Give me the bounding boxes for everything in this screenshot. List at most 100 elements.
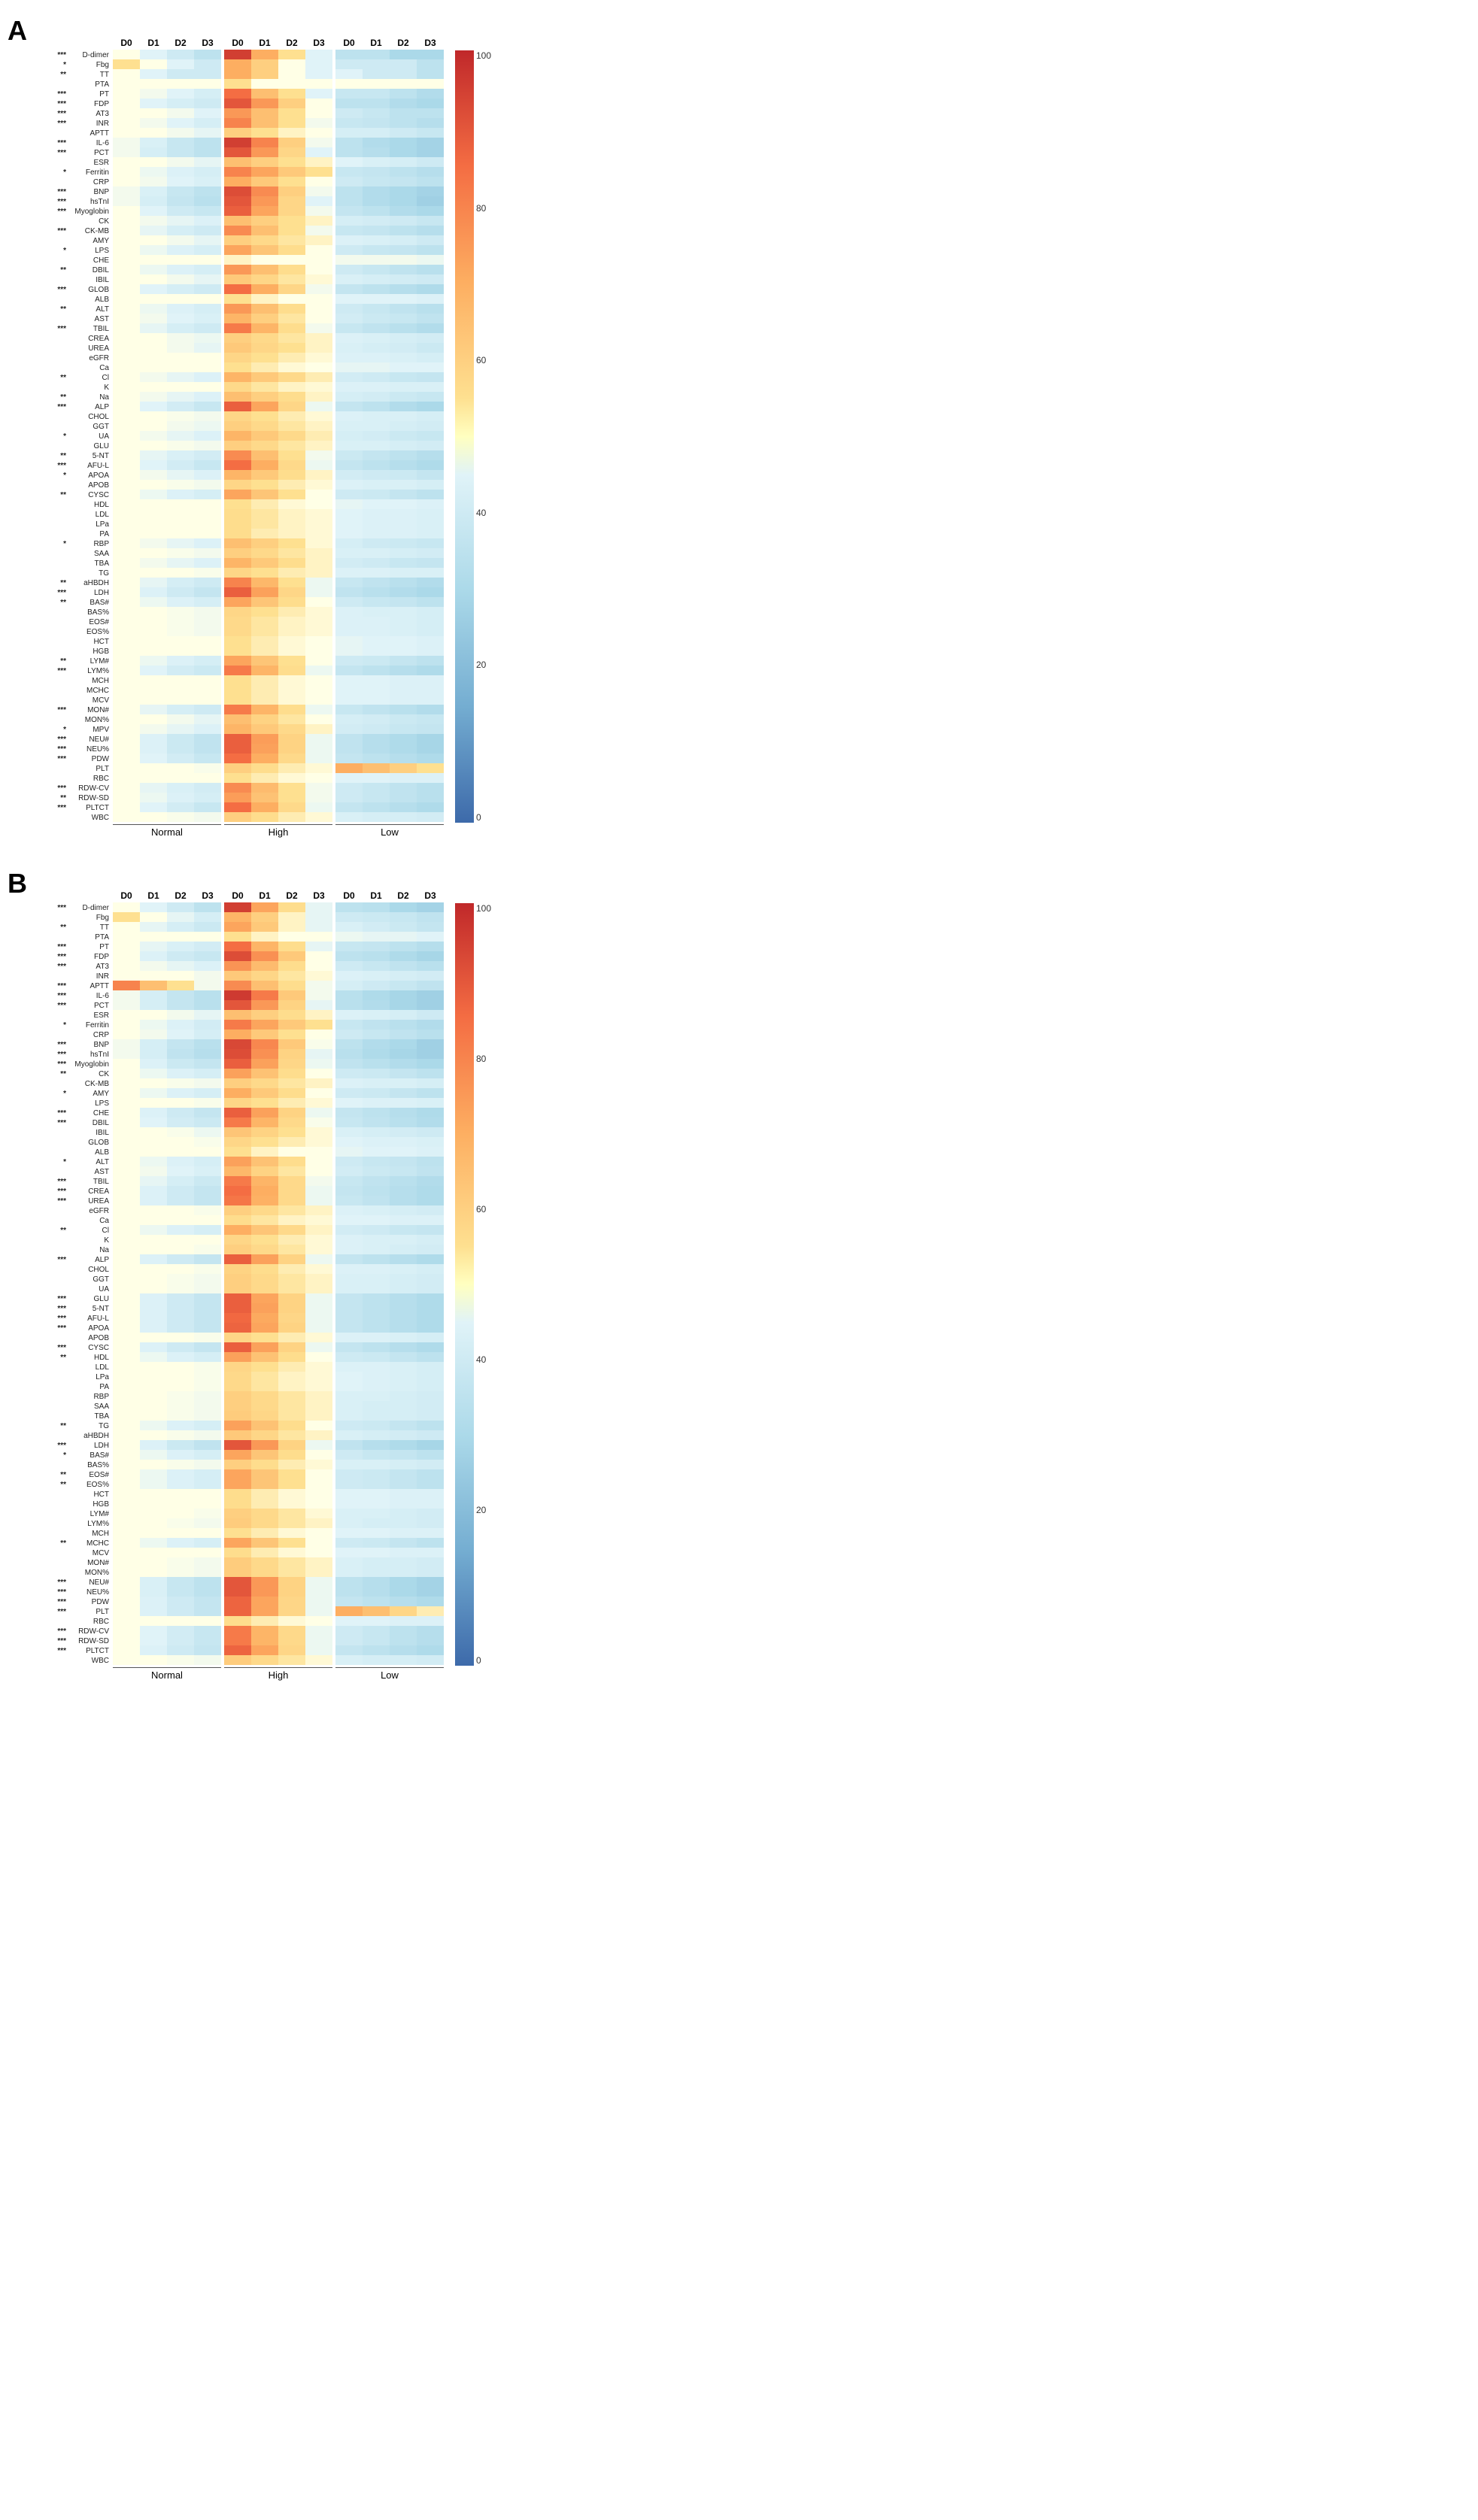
heatmap-cell [335, 626, 363, 636]
heatmap-cell [167, 519, 194, 529]
heatmap-row [113, 607, 444, 617]
gene-label: SAA [68, 1403, 111, 1411]
gene-label: IL-6 [68, 139, 111, 147]
heatmap-cell [417, 274, 444, 284]
row-label: MON% [45, 1568, 111, 1578]
row-label: PA [45, 529, 111, 539]
heatmap-cell [363, 1264, 390, 1274]
heatmap-cell [251, 284, 278, 294]
heatmap-cell [417, 597, 444, 607]
heatmap-cell [305, 480, 332, 490]
heatmap-cell [305, 147, 332, 157]
row-label: ***CHE [45, 1108, 111, 1118]
heatmap-cell [140, 1215, 167, 1225]
gene-label: D-dimer [68, 904, 111, 912]
heatmap-cell [278, 59, 305, 69]
heatmap-cell [417, 1117, 444, 1127]
heatmap-cell [278, 695, 305, 705]
heatmap-cell [335, 1655, 363, 1665]
row-label: CK [45, 217, 111, 226]
heatmap-cell [167, 705, 194, 714]
heatmap-cell [335, 1577, 363, 1587]
heatmap-cell [363, 1274, 390, 1284]
gene-label: HCT [68, 1490, 111, 1499]
heatmap-cell [278, 666, 305, 675]
heatmap-cell [390, 89, 417, 99]
heatmap-cell [305, 304, 332, 314]
sig-label: *** [45, 1578, 66, 1587]
row-label: **TT [45, 923, 111, 932]
heatmap-cell [251, 265, 278, 274]
heatmap-cell [251, 1528, 278, 1538]
heatmap-cell [140, 773, 167, 783]
gene-label: ALB [68, 1148, 111, 1157]
heatmap-cell [363, 1587, 390, 1597]
heatmap-cell [140, 1098, 167, 1108]
heatmap-cell [251, 922, 278, 932]
heatmap-cell [251, 558, 278, 568]
heatmap-cell [363, 1597, 390, 1606]
sig-label: ** [45, 599, 66, 607]
heatmap-cell [194, 656, 221, 666]
heatmap-cell [305, 1616, 332, 1626]
heatmap-cell [167, 284, 194, 294]
heatmap-cell [140, 1440, 167, 1450]
heatmap-cell [167, 617, 194, 626]
heatmap-cell [140, 695, 167, 705]
heatmap-cell [251, 675, 278, 685]
heatmap-cell [335, 773, 363, 783]
heatmap-cell [335, 1020, 363, 1030]
heatmap-cell [113, 1166, 140, 1176]
heatmap-cell [140, 568, 167, 578]
heatmap-cell [363, 372, 390, 382]
heatmap-row [113, 1176, 444, 1186]
heatmap-cell [113, 1479, 140, 1489]
heatmap-cell [335, 1421, 363, 1430]
sig-label: *** [45, 1109, 66, 1117]
heatmap-cell [363, 1069, 390, 1078]
heatmap-row [113, 69, 444, 79]
heatmap-cell [417, 343, 444, 353]
heatmap-cell [194, 265, 221, 274]
heatmap-cell [113, 922, 140, 932]
heatmap-cell [140, 685, 167, 695]
heatmap-cell [278, 1381, 305, 1391]
heatmap-cell [278, 1245, 305, 1254]
gene-label: DBIL [68, 266, 111, 274]
heatmap-cell [417, 646, 444, 656]
heatmap-cell [363, 1411, 390, 1421]
gene-label: LYM% [68, 1520, 111, 1528]
heatmap-cell [363, 597, 390, 607]
row-label: MON% [45, 715, 111, 725]
heatmap-cell [113, 1421, 140, 1430]
sig-label: *** [45, 784, 66, 793]
row-label: TBA [45, 559, 111, 569]
heatmap-cell [278, 519, 305, 529]
sig-label: *** [45, 992, 66, 1000]
row-label: ***hsTnI [45, 197, 111, 207]
heatmap-cell [167, 1186, 194, 1196]
heatmap-cell [113, 1333, 140, 1342]
heatmap-cell [140, 1157, 167, 1166]
heatmap-cell [167, 226, 194, 235]
heatmap-cell [417, 1489, 444, 1499]
heatmap-cell [194, 470, 221, 480]
heatmap-cell [417, 69, 444, 79]
heatmap-cell [363, 695, 390, 705]
heatmap-cell [251, 1538, 278, 1548]
heatmap-cell [167, 99, 194, 108]
row-label: Na [45, 1245, 111, 1255]
heatmap-cell [278, 509, 305, 519]
heatmap-cell [251, 529, 278, 538]
heatmap-cell [305, 793, 332, 802]
heatmap-cell [167, 1196, 194, 1205]
heatmap-cell [251, 1323, 278, 1333]
heatmap-cell [278, 1567, 305, 1577]
sig-label: ** [45, 923, 66, 932]
heatmap-cell [278, 1333, 305, 1342]
heatmap-cell [390, 1381, 417, 1391]
heatmap-cell [390, 147, 417, 157]
heatmap-cell [113, 1049, 140, 1059]
heatmap-cell [363, 343, 390, 353]
heatmap-cell [335, 1284, 363, 1293]
